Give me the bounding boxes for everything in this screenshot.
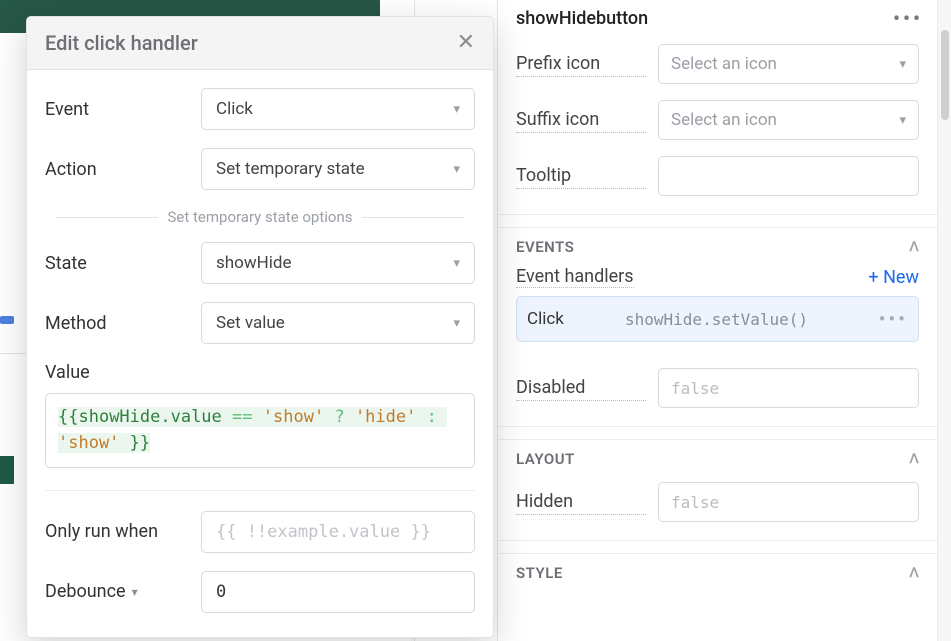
disabled-label: Disabled [516,375,646,401]
action-select[interactable]: Set temporary state ▾ [201,148,475,190]
options-divider: Set temporary state options [45,208,475,226]
bg-selected-row-indicator [0,316,14,324]
event-handlers-label: Event handlers [516,266,634,288]
chevron-down-icon[interactable]: ▾ [132,585,138,599]
chevron-down-icon: ▾ [899,57,906,72]
section-title-layout: LAYOUT [516,450,575,468]
section-title-style: STYLE [516,564,563,582]
bg-green-cell [0,456,14,484]
value-label: Value [45,362,475,383]
only-run-label: Only run when [45,521,185,542]
method-label: Method [45,313,185,334]
row-only-run-when: Only run when {{ !!example.value }} [45,511,475,553]
chevron-up-icon: ᐱ [910,452,919,467]
row-event: Event Click ▾ [45,88,475,130]
action-label: Action [45,159,185,180]
event-value: Click [216,99,253,119]
method-value: Set value [216,313,285,333]
debounce-input[interactable]: 0 [201,571,475,613]
scrollbar-thumb[interactable] [941,30,949,120]
row-debounce: Debounce ▾ 0 [45,571,475,613]
chevron-down-icon: ▾ [453,162,460,177]
row-method: Method Set value ▾ [45,302,475,344]
only-run-input[interactable]: {{ !!example.value }} [201,511,475,553]
event-handlers-row: Event handlers + New [498,262,937,296]
event-select[interactable]: Click ▾ [201,88,475,130]
prefix-icon-placeholder: Select an icon [671,54,777,74]
event-label: Event [45,99,185,120]
hidden-input[interactable]: false [658,482,919,522]
state-select[interactable]: showHide ▾ [201,242,475,284]
disabled-placeholder: false [671,379,719,398]
state-label: State [45,253,185,274]
modal-header: Edit click handler ✕ [27,17,493,70]
row-hidden: Hidden false [498,474,937,530]
new-handler-button[interactable]: + New [868,267,919,288]
chevron-down-icon: ▾ [453,256,460,271]
method-select[interactable]: Set value ▾ [201,302,475,344]
chevron-up-icon: ᐱ [910,566,919,581]
row-suffix-icon: Suffix icon Select an icon ▾ [498,92,937,148]
action-value: Set temporary state [216,159,365,179]
only-run-placeholder: {{ !!example.value }} [216,522,431,542]
more-icon[interactable]: ••• [893,6,923,30]
handler-event: Click [527,309,607,329]
state-value: showHide [216,253,291,273]
modal-title: Edit click handler [45,31,198,55]
tooltip-label: Tooltip [516,163,646,189]
debounce-label: Debounce ▾ [45,581,185,602]
row-action: Action Set temporary state ▾ [45,148,475,190]
chevron-up-icon: ᐱ [910,240,919,255]
row-state: State showHide ▾ [45,242,475,284]
section-header-style[interactable]: STYLE ᐱ [498,554,937,588]
component-name: showHidebutton [516,8,648,29]
chevron-down-icon: ▾ [453,102,460,117]
section-header-events[interactable]: EVENTS ᐱ [498,228,937,262]
debounce-label-text: Debounce [45,581,126,602]
section-title-events: EVENTS [516,238,574,256]
row-prefix-icon: Prefix icon Select an icon ▾ [498,36,937,92]
more-icon[interactable]: ••• [879,307,908,331]
section-divider [498,540,937,554]
horizontal-divider [45,490,475,491]
suffix-icon-placeholder: Select an icon [671,110,777,130]
inspector-panel: showHidebutton ••• Prefix icon Select an… [497,0,937,641]
row-disabled: Disabled false [498,360,937,416]
close-icon[interactable]: ✕ [457,32,475,54]
debounce-value: 0 [216,582,226,602]
handler-call: showHide.setValue() [625,310,861,329]
hidden-placeholder: false [671,493,719,512]
suffix-icon-label: Suffix icon [516,107,646,133]
section-divider [498,426,937,440]
chevron-down-icon: ▾ [899,113,906,128]
handler-item[interactable]: Click showHide.setValue() ••• [516,296,919,342]
tooltip-input[interactable] [658,156,919,196]
row-tooltip: Tooltip [498,148,937,204]
hidden-label: Hidden [516,489,646,515]
disabled-input[interactable]: false [658,368,919,408]
section-divider [498,214,937,228]
prefix-icon-label: Prefix icon [516,51,646,77]
section-header-layout[interactable]: LAYOUT ᐱ [498,440,937,474]
chevron-down-icon: ▾ [453,316,460,331]
prefix-icon-select[interactable]: Select an icon ▾ [658,44,919,84]
edit-handler-modal: Edit click handler ✕ Event Click ▾ Actio… [26,16,494,638]
value-code-editor[interactable]: {{showHide.value == 'show' ? 'hide' : 's… [45,393,475,468]
scrollbar[interactable] [937,0,951,641]
suffix-icon-select[interactable]: Select an icon ▾ [658,100,919,140]
